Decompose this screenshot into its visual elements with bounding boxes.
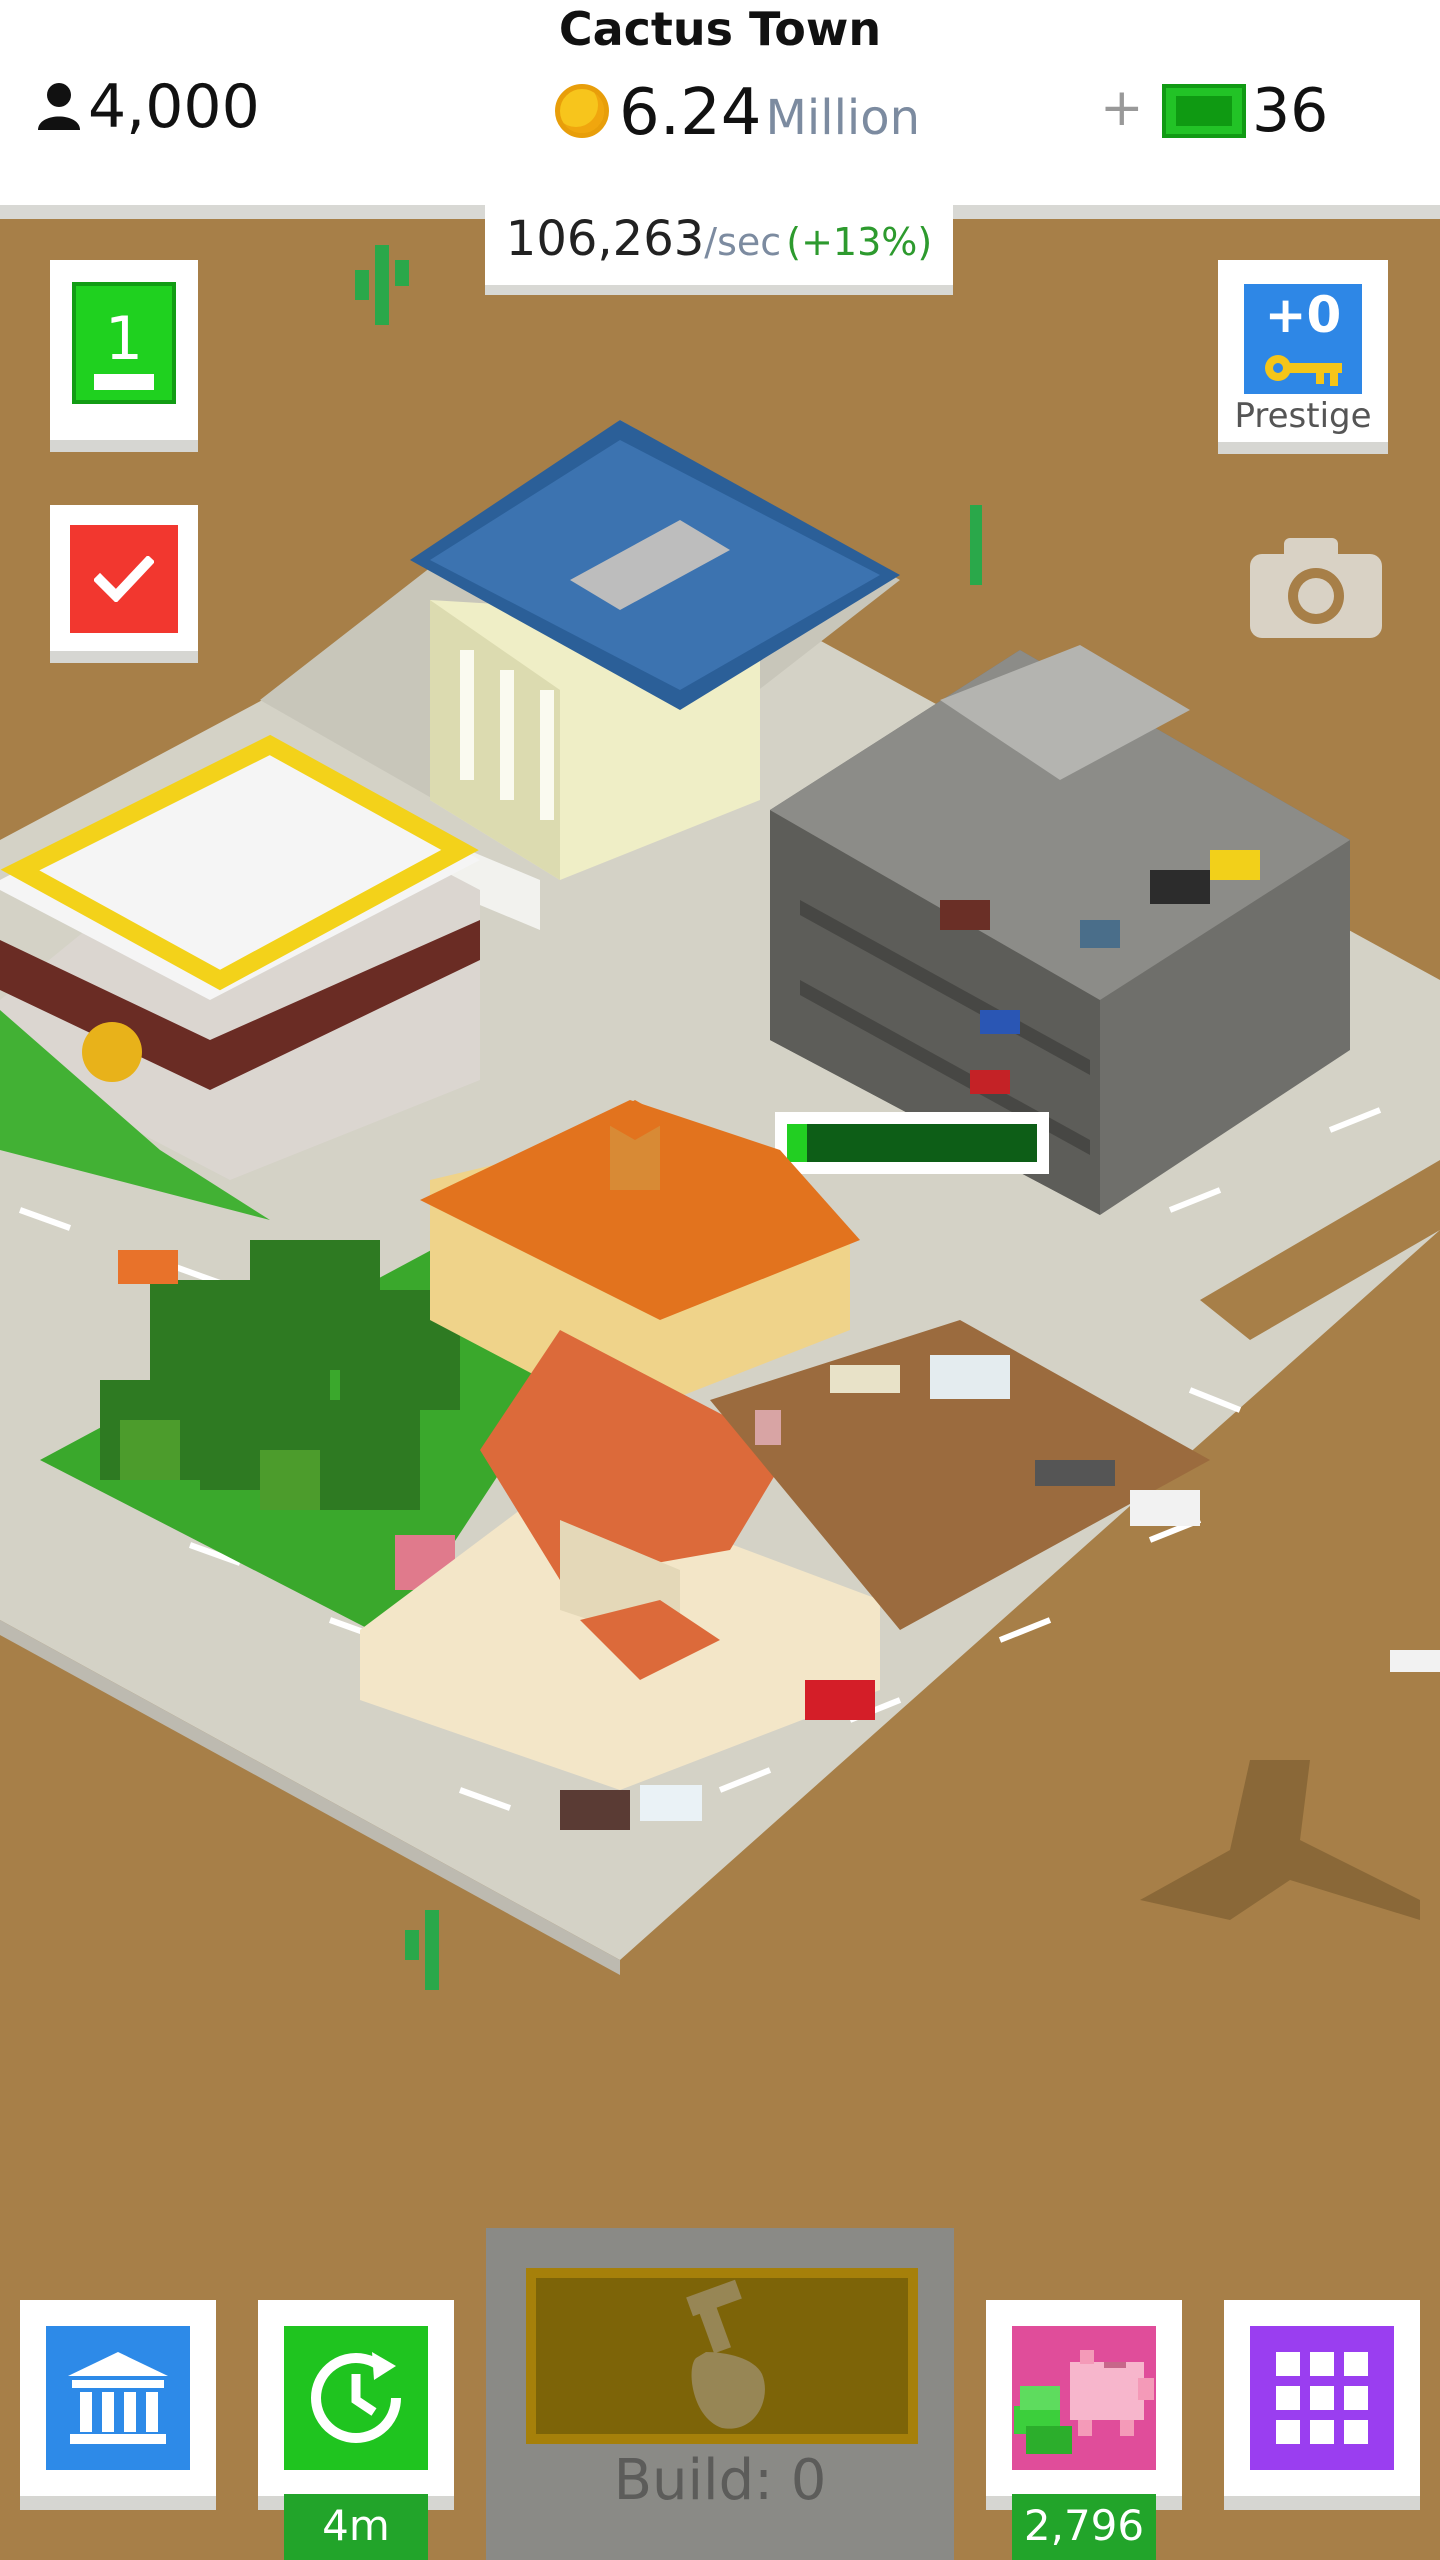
build-panel[interactable]: Build: 0 bbox=[486, 2228, 954, 2560]
piggy-bank-amount: 2,796 bbox=[1012, 2494, 1156, 2560]
grid-icon bbox=[1276, 2352, 1368, 2444]
town-name: Cactus Town bbox=[558, 2, 882, 56]
camera-icon bbox=[1250, 538, 1382, 638]
bank-badge bbox=[46, 2326, 190, 2470]
population-value: 4,000 bbox=[88, 72, 260, 142]
plane-shadow bbox=[1140, 1760, 1420, 1920]
top-bar: Cactus Town 4,000 6.24 Million + 36 bbox=[0, 0, 1440, 205]
menu-grid-badge bbox=[1250, 2326, 1394, 2470]
construction-progress-bar bbox=[775, 1112, 1049, 1174]
time-skip-button[interactable] bbox=[258, 2300, 454, 2510]
level-button[interactable]: 1 bbox=[50, 260, 198, 452]
cash-bill-icon bbox=[1162, 84, 1246, 138]
prestige-label: Prestige bbox=[1234, 396, 1372, 436]
piggy-bank-badge bbox=[1012, 2326, 1156, 2470]
piggy-bank-icon bbox=[1014, 2350, 1154, 2454]
checkmark-icon bbox=[94, 556, 154, 602]
prestige-button[interactable]: +0 Prestige bbox=[1218, 260, 1388, 454]
prestige-count: +0 bbox=[1264, 286, 1342, 344]
time-skip-timer: 4m bbox=[284, 2494, 428, 2560]
income-rate-value: 106,263 bbox=[505, 211, 705, 267]
piggy-bank-button[interactable] bbox=[986, 2300, 1182, 2510]
time-skip-badge bbox=[284, 2326, 428, 2470]
build-slot[interactable] bbox=[526, 2268, 918, 2444]
income-rate-bonus: (+13%) bbox=[786, 220, 933, 264]
level-badge: 1 bbox=[72, 282, 176, 404]
prestige-badge: +0 bbox=[1244, 284, 1362, 394]
bank-button[interactable] bbox=[20, 2300, 216, 2510]
tasks-button[interactable] bbox=[50, 505, 198, 663]
build-count-label: Build: 0 bbox=[613, 2448, 827, 2513]
tasks-badge bbox=[70, 525, 178, 633]
level-number: 1 bbox=[104, 304, 144, 374]
coin-icon bbox=[555, 84, 609, 138]
money-value: 6.24 bbox=[619, 76, 762, 150]
population-display: 4,000 bbox=[36, 72, 260, 142]
key-icon bbox=[1265, 355, 1342, 386]
person-icon bbox=[38, 83, 80, 130]
buy-cash-plus[interactable]: + bbox=[1100, 78, 1144, 138]
plane-wing bbox=[1390, 1650, 1440, 1672]
level-progress-bar bbox=[94, 374, 154, 390]
camera-button[interactable] bbox=[1248, 530, 1384, 640]
money-display: 6.24 Million bbox=[555, 76, 921, 150]
cash-display[interactable]: 36 bbox=[1162, 76, 1328, 146]
menu-grid-button[interactable] bbox=[1224, 2300, 1420, 2510]
hammer-hand-icon bbox=[686, 2279, 765, 2429]
income-rate: 106,263/sec (+13%) bbox=[485, 205, 953, 295]
cash-value: 36 bbox=[1252, 76, 1329, 146]
income-rate-unit: /sec bbox=[704, 220, 782, 264]
clock-refresh-icon bbox=[311, 2352, 401, 2443]
bank-icon bbox=[68, 2352, 168, 2444]
money-unit: Million bbox=[765, 90, 921, 146]
